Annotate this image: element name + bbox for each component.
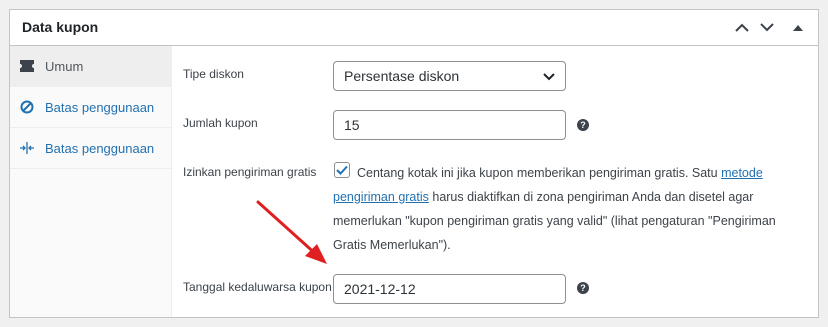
- annotation-arrow: [256, 200, 327, 264]
